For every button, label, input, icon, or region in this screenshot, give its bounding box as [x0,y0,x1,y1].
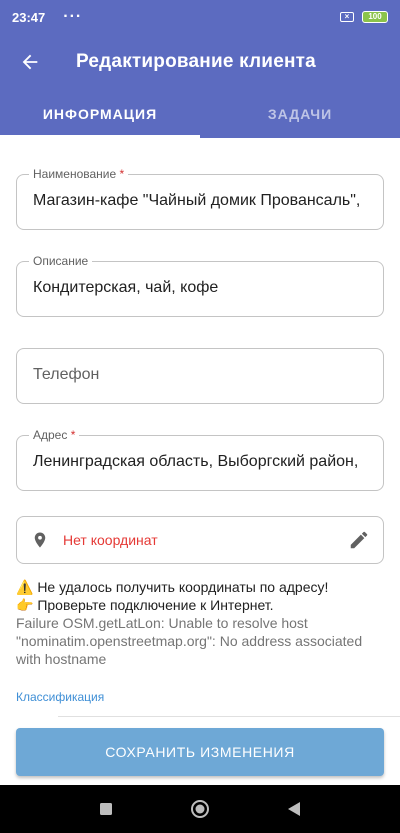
coordinates-field[interactable]: Нет координат [16,516,384,564]
tab-information[interactable]: ИНФОРМАЦИЯ [0,90,200,138]
description-value: Кондитерская, чай, кофе [33,279,219,296]
status-icons: × 100 [340,11,388,23]
save-button[interactable]: СОХРАНИТЬ ИЗМЕНЕНИЯ [16,728,384,776]
form-content: Наименование * Магазин-кафе "Чайный доми… [0,138,400,718]
tab-bar: ИНФОРМАЦИЯ ЗАДАЧИ [0,90,400,138]
coordinates-text: Нет координат [63,532,158,548]
phone-placeholder: Телефон [33,366,100,383]
status-time: 23:47 [12,9,46,25]
arrow-left-icon [22,54,38,70]
address-label: Адрес * [29,428,80,442]
status-bar: 23:47 ··· × 100 [0,0,400,34]
geocode-message: ⚠️ Не удалось получить координаты по адр… [16,578,376,668]
no-sim-icon: × [340,12,354,22]
notification-dots: ··· [63,8,83,25]
tab-tasks[interactable]: ЗАДАЧИ [200,90,400,138]
recents-icon[interactable] [94,797,118,821]
address-value: Ленинградская область, Выборгский район, [33,453,359,470]
description-field[interactable]: Описание Кондитерская, чай, кофе [16,254,384,317]
classification-label: Классификация [16,690,105,704]
hint-line: 👉 Проверьте подключение к Интернет. [16,597,274,613]
back-button[interactable] [2,34,58,90]
pencil-icon[interactable] [347,528,371,552]
battery-icon: 100 [362,11,388,23]
app-bar: Редактирование клиента [0,34,400,90]
name-value: Магазин-кафе "Чайный домик Провансаль", [33,192,361,209]
warning-line: ⚠️ Не удалось получить координаты по адр… [16,579,329,595]
page-title: Редактирование клиента [76,51,316,72]
back-nav-icon[interactable] [282,797,306,821]
name-field[interactable]: Наименование * Магазин-кафе "Чайный доми… [16,167,384,230]
location-pin-icon [31,529,51,551]
description-label: Описание [29,254,93,268]
name-label: Наименование * [29,167,129,181]
system-nav-bar [0,785,400,833]
address-field[interactable]: Адрес * Ленинградская область, Выборгски… [16,428,384,491]
divider [58,716,400,717]
error-details: Failure OSM.getLatLon: Unable to resolve… [16,615,363,667]
home-icon[interactable] [188,797,212,821]
phone-field[interactable]: Телефон [16,348,384,404]
